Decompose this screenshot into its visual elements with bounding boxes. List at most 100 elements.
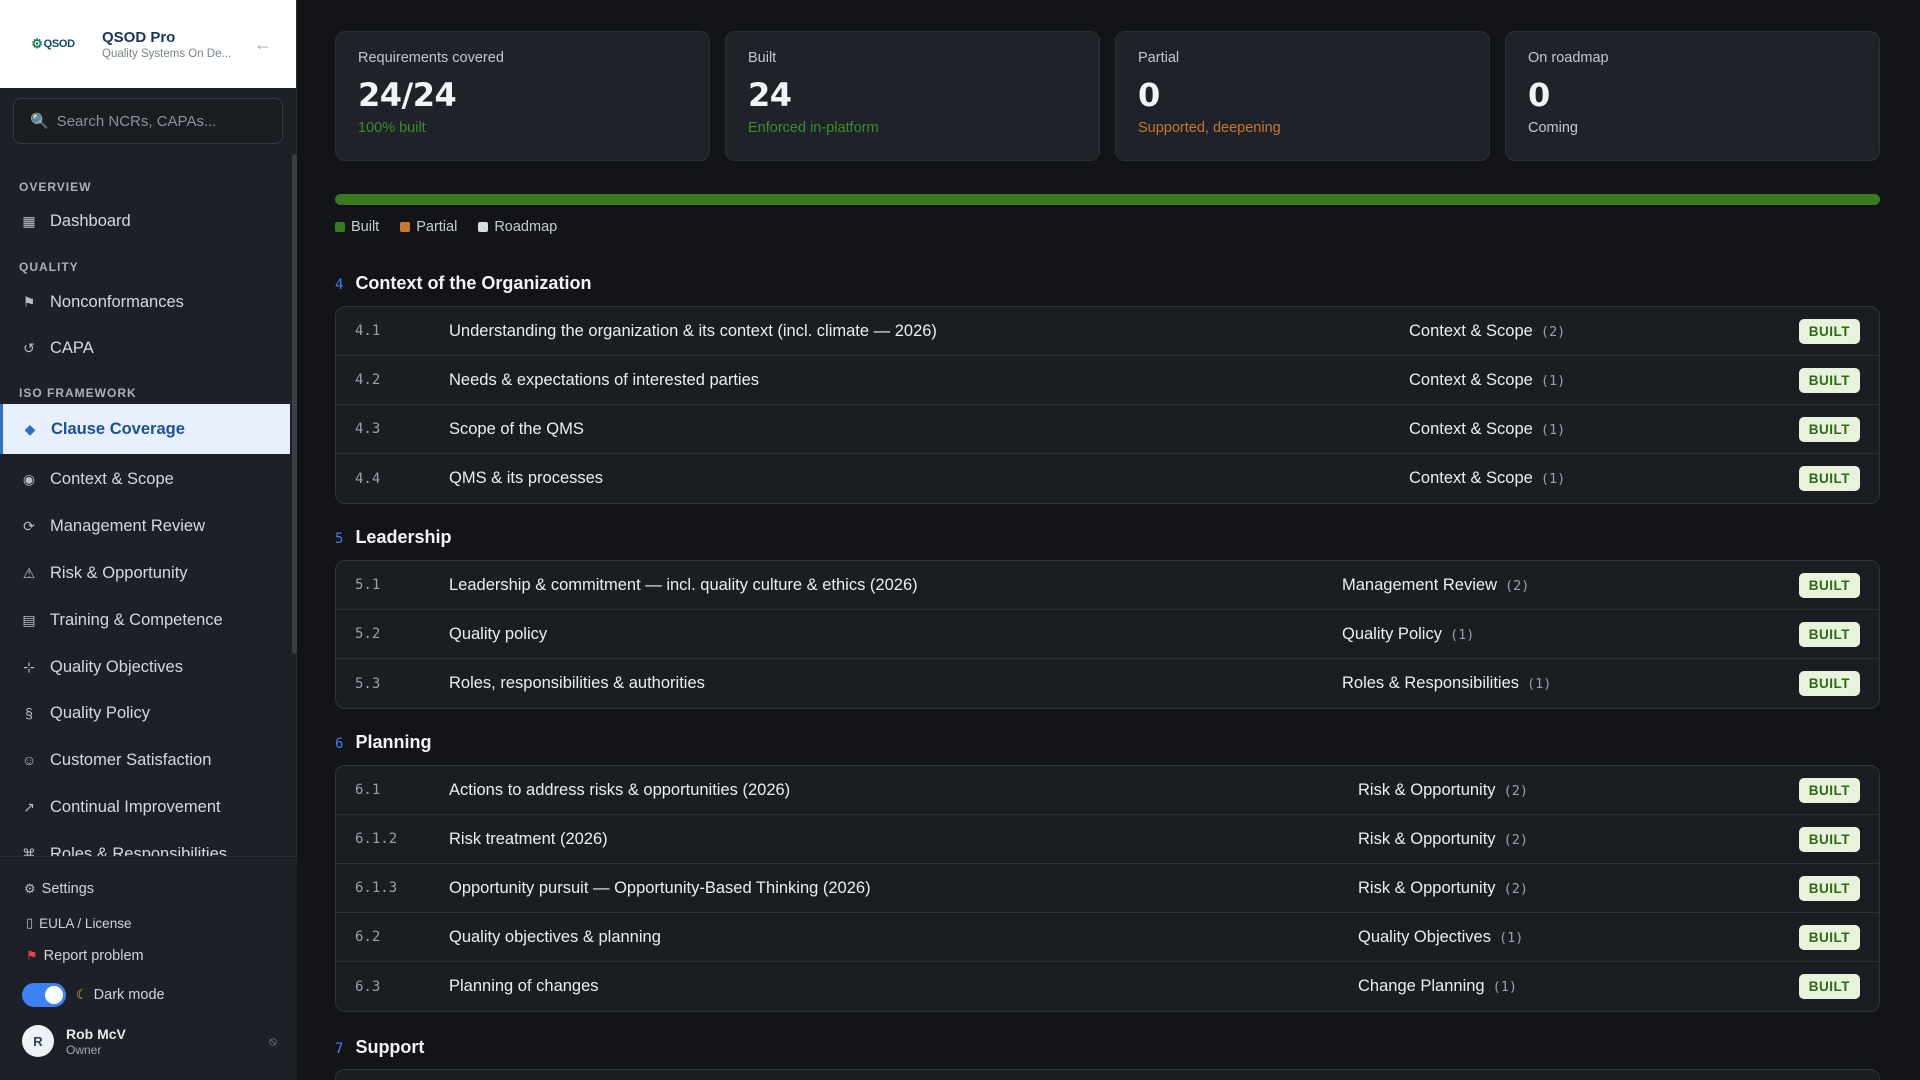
user-profile[interactable]: R Rob McV Owner ⦸ bbox=[22, 1025, 277, 1057]
toggle-knob bbox=[45, 986, 63, 1004]
stat-label: On roadmap bbox=[1528, 50, 1609, 66]
table-row[interactable]: 6.2 Quality objectives & planning Qualit… bbox=[336, 913, 1879, 962]
sidebar-item-label: Training & Competence bbox=[50, 610, 223, 629]
document-icon: ▤ bbox=[22, 611, 36, 628]
status-badge: BUILT bbox=[1798, 875, 1860, 901]
clause-number: 4.4 bbox=[355, 470, 381, 487]
sidebar-item-clause-coverage[interactable]: ◆ Clause Coverage bbox=[0, 404, 290, 454]
sidebar-scrollbar[interactable] bbox=[292, 154, 297, 654]
sidebar-item-label: Continual Improvement bbox=[50, 797, 221, 816]
red-flag-icon: ⚑ bbox=[26, 948, 38, 963]
table-row[interactable]: 5.1 Leadership & commitment — incl. qual… bbox=[336, 561, 1879, 610]
sidebar-item-roles[interactable]: ⌘ Roles & Responsibilities bbox=[0, 831, 290, 857]
sidebar-item-quality-policy[interactable]: § Quality Policy bbox=[0, 690, 290, 736]
brand-logo[interactable]: ⚙ QSOD bbox=[26, 33, 80, 55]
sidebar-item-nonconformances[interactable]: ⚑ Nonconformances bbox=[0, 279, 290, 325]
module-name: Management Review bbox=[1342, 575, 1497, 594]
table-row[interactable]: 5.3 Roles, responsibilities & authoritie… bbox=[336, 659, 1879, 708]
table-row[interactable]: 4.1 Understanding the organization & its… bbox=[336, 307, 1879, 356]
stat-card-built: Built 24 Enforced in-platform bbox=[725, 31, 1100, 161]
clause-table-6: 6.1 Actions to address risks & opportuni… bbox=[335, 765, 1880, 1012]
eula-label: EULA / License bbox=[39, 915, 132, 931]
legend-label: Roadmap bbox=[494, 219, 558, 235]
table-row[interactable]: 5.2 Quality policy Quality Policy (1) BUI… bbox=[336, 610, 1879, 659]
coverage-progress-bar bbox=[335, 194, 1880, 205]
grid-icon: ▦ bbox=[22, 212, 36, 229]
clause-module[interactable]: Context & Scope (1) bbox=[1409, 371, 1565, 390]
stat-sub: Supported, deepening bbox=[1138, 120, 1281, 136]
clause-number: 6.3 bbox=[355, 978, 381, 995]
group-name: Leadership bbox=[355, 527, 452, 547]
module-count: (1) bbox=[1498, 929, 1524, 946]
org-chart-icon: ⌘ bbox=[22, 845, 36, 857]
logout-icon[interactable]: ⦸ bbox=[269, 1034, 277, 1049]
diamond-icon: ◆ bbox=[24, 420, 36, 437]
clause-title: Quality policy bbox=[449, 624, 548, 643]
group-name: Support bbox=[355, 1037, 425, 1057]
sidebar-item-customer-satisfaction[interactable]: ☺ Customer Satisfaction bbox=[0, 737, 290, 783]
group-heading-6: 6 Planning bbox=[335, 732, 431, 753]
group-number: 6 bbox=[335, 736, 344, 752]
sidebar-item-quality-objectives[interactable]: ⊹ Quality Objectives bbox=[0, 644, 290, 690]
collapse-sidebar-icon[interactable]: ← bbox=[252, 34, 274, 55]
sidebar-item-label: CAPA bbox=[50, 338, 94, 357]
clause-title: Quality objectives & planning bbox=[449, 927, 661, 946]
sidebar-item-risk-opportunity[interactable]: ⚠ Risk & Opportunity bbox=[0, 550, 290, 596]
sidebar-item-label: Customer Satisfaction bbox=[50, 750, 212, 769]
clause-title: Planning of changes bbox=[449, 977, 599, 995]
coverage-legend: Built Partial Roadmap bbox=[335, 219, 578, 235]
clause-number: 5.3 bbox=[355, 675, 381, 692]
refresh-icon: ↺ bbox=[23, 339, 35, 356]
module-name: Risk & Opportunity bbox=[1358, 780, 1496, 799]
legend-swatch-built bbox=[335, 222, 345, 232]
dark-mode-toggle[interactable] bbox=[22, 983, 66, 1007]
table-row[interactable]: 4.3 Scope of the QMS Context & Scope (1) … bbox=[336, 405, 1879, 454]
smiley-icon: ☺ bbox=[21, 752, 37, 768]
group-heading-4: 4 Context of the Organization bbox=[335, 273, 591, 294]
stat-card-requirements: Requirements covered 24/24 100% built bbox=[335, 31, 710, 161]
status-badge: BUILT bbox=[1798, 777, 1860, 803]
stat-value: 24 bbox=[748, 76, 792, 114]
legend-roadmap: Roadmap bbox=[478, 219, 557, 235]
sidebar-item-label: Quality Policy bbox=[50, 703, 150, 722]
eula-link[interactable]: ▯ EULA / License bbox=[26, 915, 131, 931]
sidebar-item-dashboard[interactable]: ▦ Dashboard bbox=[0, 198, 290, 244]
clause-module[interactable]: Management Review (2) bbox=[1342, 576, 1529, 595]
sidebar-item-label: Roles & Responsibilities bbox=[50, 844, 227, 857]
clause-module[interactable]: Roles & Responsibilities (1) bbox=[1342, 674, 1551, 693]
module-count: (1) bbox=[1449, 626, 1475, 643]
clause-number: 6.1 bbox=[355, 782, 381, 798]
table-row[interactable]: 4.2 Needs & expectations of interested p… bbox=[336, 356, 1879, 405]
clause-module[interactable]: Quality Policy (1) bbox=[1342, 625, 1474, 644]
clause-module[interactable]: Context & Scope (1) bbox=[1409, 420, 1565, 439]
clause-module[interactable]: Context & Scope (2) bbox=[1409, 322, 1565, 341]
sidebar-item-context-scope[interactable]: ◉ Context & Scope bbox=[0, 456, 290, 502]
settings-link[interactable]: ⚙ Settings bbox=[24, 881, 94, 897]
table-row[interactable]: 6.1.3 Opportunity pursuit — Opportunity-… bbox=[336, 864, 1879, 913]
sidebar-item-training[interactable]: ▤ Training & Competence bbox=[0, 597, 290, 643]
table-row[interactable]: 4.4 QMS & its processes Context & Scope (… bbox=[336, 454, 1879, 503]
clause-module[interactable]: Quality Objectives (1) bbox=[1358, 928, 1523, 947]
sidebar-item-continual-improvement[interactable]: ↗ Continual Improvement bbox=[0, 784, 290, 830]
status-badge: BUILT bbox=[1798, 671, 1860, 696]
table-row[interactable]: 6.3 Planning of changes Change Planning (… bbox=[336, 962, 1879, 1011]
clause-table-5: 5.1 Leadership & commitment — incl. qual… bbox=[335, 560, 1880, 709]
legend-built: Built bbox=[335, 219, 379, 235]
search-box[interactable]: 🔍 bbox=[13, 98, 283, 144]
clause-module[interactable]: Risk & Opportunity (2) bbox=[1358, 830, 1528, 849]
sidebar-item-capa[interactable]: ↺ CAPA bbox=[0, 325, 290, 371]
report-problem-link[interactable]: ⚑ Report problem bbox=[26, 948, 144, 964]
table-row[interactable]: 6.1.2 Risk treatment (2026) Risk & Oppor… bbox=[336, 815, 1879, 864]
clause-module[interactable]: Change Planning (1) bbox=[1358, 977, 1517, 996]
clause-module[interactable]: Risk & Opportunity (2) bbox=[1358, 879, 1528, 898]
sidebar-item-management-review[interactable]: ⟳ Management Review bbox=[0, 503, 290, 549]
search-input[interactable] bbox=[56, 112, 277, 130]
section-label-overview: OVERVIEW bbox=[19, 180, 92, 194]
clause-module[interactable]: Context & Scope (1) bbox=[1409, 469, 1565, 488]
table-row[interactable]: 6.1 Actions to address risks & opportuni… bbox=[336, 766, 1879, 815]
search-icon: 🔍 bbox=[30, 113, 49, 130]
clause-module[interactable]: Risk & Opportunity (2) bbox=[1358, 781, 1528, 800]
section-label-iso: ISO FRAMEWORK bbox=[19, 386, 137, 400]
clause-number: 5.1 bbox=[355, 577, 381, 593]
clause-table-7 bbox=[335, 1069, 1880, 1080]
